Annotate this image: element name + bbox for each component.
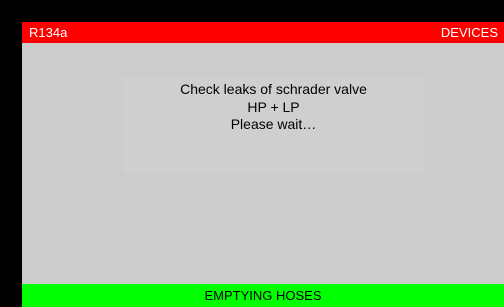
message-line-check-leaks: Check leaks of schrader valve	[180, 81, 367, 97]
device-screen: R134a DEVICES Check leaks of schrader va…	[22, 22, 504, 307]
message-line-hp-lp: HP + LP	[247, 99, 300, 115]
devices-menu-label[interactable]: DEVICES	[441, 22, 498, 43]
status-bar: EMPTYING HOSES	[22, 284, 504, 307]
message-panel: Check leaks of schrader valve HP + LP Pl…	[123, 77, 424, 173]
title-bar: R134a DEVICES	[22, 22, 504, 43]
device-frame: R134a DEVICES Check leaks of schrader va…	[0, 0, 504, 307]
message-line-please-wait: Please wait…	[230, 116, 317, 132]
refrigerant-type-label: R134a	[29, 25, 68, 40]
